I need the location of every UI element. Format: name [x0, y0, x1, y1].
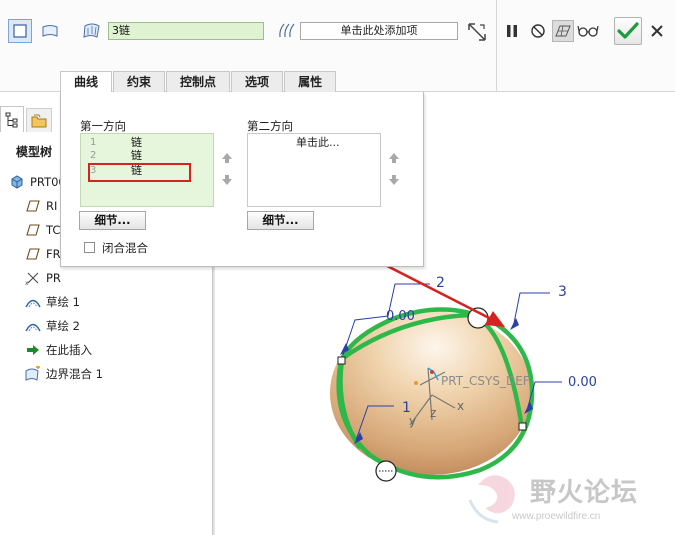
surface-type-button[interactable] — [8, 19, 32, 43]
tree-item-label: PR — [46, 271, 61, 285]
no-preview-icon — [531, 24, 545, 38]
first-direction-icon-button[interactable] — [80, 20, 104, 42]
surface-icon — [13, 24, 27, 38]
folder-icon — [31, 114, 47, 127]
tree-structure-icon — [5, 112, 18, 127]
blend-surface-icon — [83, 23, 100, 38]
flip-direction-button[interactable] — [464, 20, 490, 44]
second-direction-details-button[interactable]: 细节... — [247, 211, 314, 230]
boundary-blend-icon — [24, 366, 42, 382]
tree-item-sketch-1[interactable]: 草绘 1 — [24, 292, 80, 312]
watermark-brand: 野火论坛 — [530, 478, 639, 508]
tree-item-sketch-2[interactable]: 草绘 2 — [24, 316, 80, 336]
axis-y-label: y — [409, 414, 417, 428]
tree-item-top-plane[interactable]: TC — [24, 220, 60, 240]
second-direction-icon-button[interactable] — [274, 20, 298, 42]
axis-z-label: z — [430, 406, 437, 420]
second-direction-label: 第二方向 — [247, 119, 293, 133]
tree-item-label: FR — [46, 247, 61, 261]
tab-curves[interactable]: 曲线 — [60, 71, 113, 93]
list-item[interactable]: 2 链 — [81, 149, 213, 162]
tree-item-boundary-blend[interactable]: 边界混合 1 — [24, 364, 103, 384]
ok-button[interactable] — [614, 17, 642, 45]
tree-item-label: 草绘 1 — [46, 295, 80, 309]
second-direction-add-field[interactable]: 单击此处添加项 — [300, 22, 458, 40]
model-tree-title: 模型树 — [16, 145, 53, 159]
first-direction-label: 第一方向 — [80, 119, 126, 133]
dashboard-tabs: 曲线 约束 控制点 选项 属性 — [60, 71, 337, 93]
list-item-number: 2 — [90, 150, 97, 161]
curves-panel: 第一方向 第二方向 1 链 2 链 3 链 单击此... 细节... 细节...… — [60, 92, 424, 267]
tree-item-front-plane[interactable]: FR — [24, 244, 61, 264]
watermark-url: www.proewildfire.cn — [512, 511, 601, 522]
chain-label-3: 3 — [558, 284, 567, 300]
pause-button[interactable] — [503, 21, 521, 41]
tree-item-label: TC — [46, 223, 61, 237]
tree-item-label: 在此插入 — [46, 343, 92, 357]
curve-network-button[interactable] — [38, 19, 62, 43]
axis-x-label: x — [457, 399, 465, 413]
glasses-icon — [577, 25, 599, 37]
no-preview-button[interactable] — [528, 21, 548, 41]
move-down-button-2[interactable] — [388, 174, 400, 186]
list-item-number: 1 — [90, 137, 97, 148]
first-direction-chain-field[interactable]: 3链 — [108, 22, 264, 40]
closed-blend-checkbox[interactable] — [84, 242, 95, 253]
tangent-value-top[interactable]: 0.00 — [386, 309, 415, 324]
move-up-button[interactable] — [221, 152, 233, 164]
preview-button[interactable] — [552, 20, 574, 42]
tree-item-label: 草绘 2 — [46, 319, 80, 333]
tab-options[interactable]: 选项 — [231, 71, 284, 92]
tree-item-part[interactable]: PRT00 — [8, 172, 66, 192]
csys-name-label: PRT_CSYS_DEF — [441, 374, 530, 388]
insert-here-arrow-icon — [24, 342, 42, 358]
list-item[interactable]: 1 链 — [81, 136, 213, 149]
tree-item-insert-here[interactable]: 在此插入 — [24, 340, 92, 360]
verify-glasses-button[interactable] — [576, 20, 600, 42]
dashboard-toolbar: 3链 单击此处添加项 曲线 约束 控制点 选项 属性 — [0, 0, 675, 93]
sketch-icon — [24, 318, 42, 334]
tree-item-right-plane[interactable]: RI — [24, 196, 57, 216]
datum-plane-icon — [24, 246, 42, 262]
cancel-button[interactable] — [648, 22, 666, 40]
preview-mesh-icon — [555, 25, 571, 37]
tree-item-label: 边界混合 1 — [46, 367, 103, 381]
tab-properties[interactable]: 属性 — [284, 71, 337, 92]
second-direction-chain-list[interactable]: 单击此... — [247, 133, 381, 207]
tree-item-label: RI — [46, 199, 58, 213]
tab-control-points[interactable]: 控制点 — [166, 71, 231, 92]
svg-text:x: x — [25, 280, 29, 286]
datum-plane-icon — [24, 222, 42, 238]
move-down-button[interactable] — [221, 174, 233, 186]
tab-folder-browser[interactable] — [26, 108, 52, 132]
close-icon — [651, 25, 663, 37]
csys-icon: x — [24, 270, 42, 286]
tree-item-csys[interactable]: x PR — [24, 268, 61, 288]
boundary-curves-icon — [279, 23, 295, 38]
tangent-value-right[interactable]: 0.00 — [568, 375, 597, 390]
first-direction-details-button[interactable]: 细节... — [79, 211, 146, 230]
tab-model-tree[interactable] — [0, 106, 24, 132]
navigator-tabs — [0, 106, 60, 132]
toolbar-separator — [496, 0, 497, 92]
checkmark-icon — [617, 22, 639, 39]
move-up-button-2[interactable] — [388, 152, 400, 164]
sketch-icon — [24, 294, 42, 310]
list-item-label: 链 — [131, 136, 142, 149]
list-item-label: 链 — [131, 149, 142, 162]
highlight-box-chain-3 — [88, 163, 191, 182]
list-placeholder: 单击此... — [296, 136, 340, 149]
datum-plane-icon — [24, 198, 42, 214]
tab-constraints[interactable]: 约束 — [113, 71, 166, 92]
diagonal-arrows-icon — [468, 23, 486, 41]
pause-icon — [507, 25, 517, 37]
closed-blend-label: 闭合混合 — [102, 241, 148, 255]
chain-label-2: 2 — [436, 275, 445, 291]
curve-surface-icon — [42, 25, 58, 37]
part-icon — [8, 174, 26, 190]
